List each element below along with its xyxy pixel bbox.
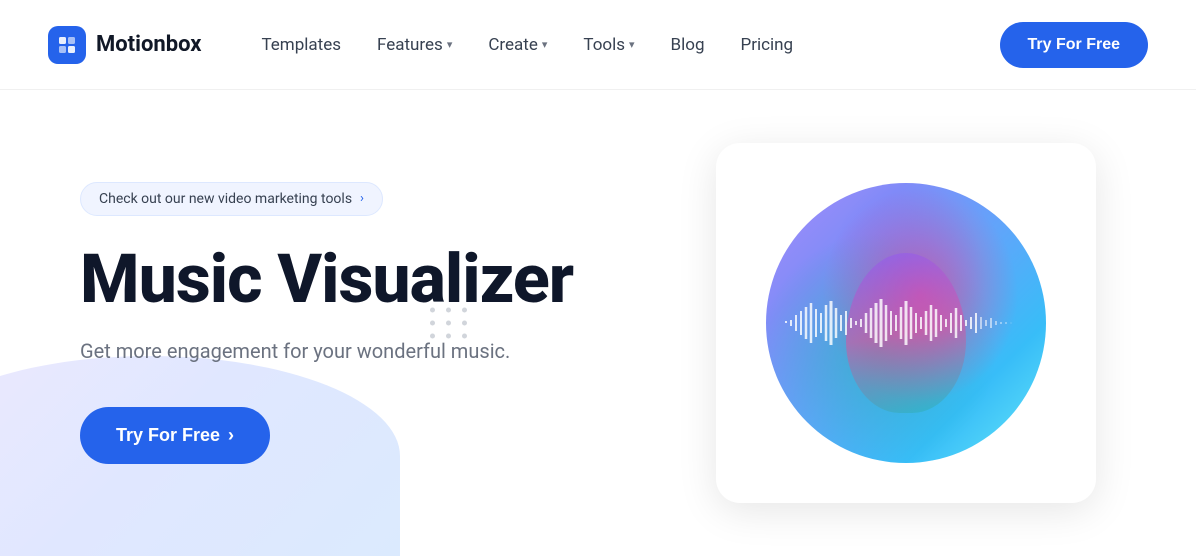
logo-text: Motionbox bbox=[96, 32, 201, 57]
logo-icon bbox=[48, 26, 86, 64]
hero-subtitle: Get more engagement for your wonderful m… bbox=[80, 339, 636, 363]
chevron-down-icon: ▾ bbox=[629, 38, 635, 51]
hero-visual bbox=[696, 143, 1116, 503]
nav-create[interactable]: Create ▾ bbox=[488, 35, 547, 55]
nav-links: Templates Features ▾ Create ▾ Tools ▾ Bl… bbox=[261, 35, 999, 55]
arrow-icon: › bbox=[228, 425, 234, 446]
hero-section: Check out our new video marketing tools … bbox=[0, 90, 1196, 556]
hero-badge[interactable]: Check out our new video marketing tools … bbox=[80, 182, 383, 216]
visualizer-circle bbox=[766, 183, 1046, 463]
hero-cta-button[interactable]: Try For Free › bbox=[80, 407, 270, 464]
waveform-overlay bbox=[766, 183, 1046, 463]
nav-templates[interactable]: Templates bbox=[261, 35, 341, 55]
nav-cta-button[interactable]: Try For Free bbox=[1000, 22, 1148, 68]
nav-pricing[interactable]: Pricing bbox=[741, 35, 794, 55]
chevron-down-icon: ▾ bbox=[542, 38, 548, 51]
visual-card bbox=[716, 143, 1096, 503]
waveform-svg bbox=[776, 293, 1036, 353]
arrow-icon: › bbox=[360, 191, 364, 206]
nav-tools[interactable]: Tools ▾ bbox=[583, 35, 634, 55]
logo[interactable]: Motionbox bbox=[48, 26, 201, 64]
chevron-down-icon: ▾ bbox=[447, 38, 453, 51]
hero-content: Check out our new video marketing tools … bbox=[80, 182, 696, 464]
navbar: Motionbox Templates Features ▾ Create ▾ … bbox=[0, 0, 1196, 90]
nav-blog[interactable]: Blog bbox=[671, 35, 705, 55]
hero-title: Music Visualizer bbox=[80, 244, 636, 315]
badge-text: Check out our new video marketing tools bbox=[99, 191, 352, 207]
nav-features[interactable]: Features ▾ bbox=[377, 35, 452, 55]
